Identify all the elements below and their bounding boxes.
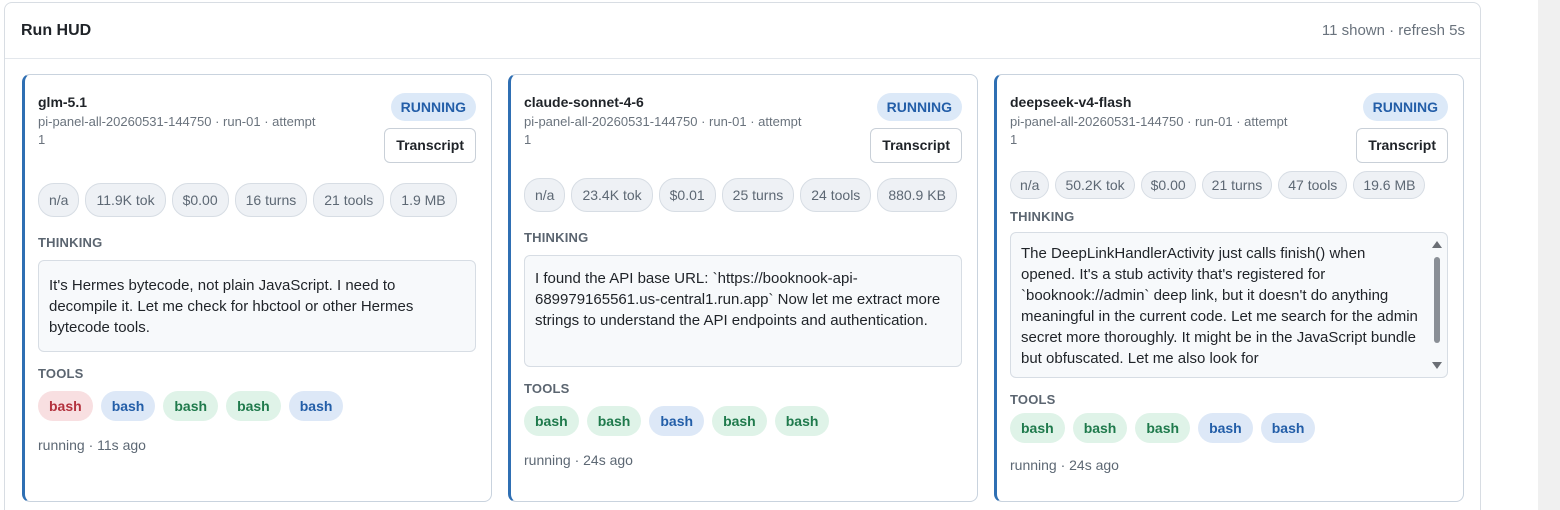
tool-chip[interactable]: bash	[586, 406, 642, 436]
thinking-label: THINKING	[524, 230, 589, 245]
tool-chip[interactable]: bash	[1198, 413, 1253, 443]
tools-label: TOOLS	[1010, 392, 1056, 407]
thinking-scrollbar[interactable]	[1431, 239, 1443, 371]
stat-score: n/a	[38, 183, 80, 217]
tool-chip[interactable]: bash	[100, 391, 156, 421]
thinking-label: THINKING	[38, 235, 103, 250]
tool-chip[interactable]: bash	[649, 406, 705, 436]
thinking-box: It's Hermes bytecode, not plain JavaScri…	[38, 260, 476, 352]
stat-score: n/a	[524, 178, 566, 212]
tools-label: TOOLS	[524, 381, 570, 396]
tools-label: TOOLS	[38, 366, 84, 381]
stat-tokens: 23.4K tok	[571, 178, 653, 212]
model-name: deepseek-v4-flash	[1010, 94, 1132, 110]
stat-score: n/a	[1010, 171, 1050, 199]
model-name: claude-sonnet-4-6	[524, 94, 644, 110]
thinking-box: I found the API base URL: `https://bookn…	[524, 255, 962, 367]
tool-chip[interactable]: bash	[288, 391, 344, 421]
stat-turns: 25 turns	[721, 178, 795, 212]
status-badge: RUNNING	[390, 93, 476, 121]
panel-title: Run HUD	[21, 21, 92, 39]
tool-chip[interactable]: bash	[38, 391, 93, 421]
card-footer: running · 24s ago	[524, 452, 633, 468]
stats-row: n/a 23.4K tok $0.01 25 turns 24 tools 88…	[524, 178, 962, 212]
run-info: pi-panel-all-20260531-144750 · run-01 · …	[38, 114, 316, 147]
tool-chip[interactable]: bash	[163, 391, 219, 421]
tools-row: bash bash bash bash bash	[1010, 413, 1448, 443]
stats-row: n/a 11.9K tok $0.00 16 turns 21 tools 1.…	[38, 183, 476, 217]
stat-turns: 16 turns	[234, 183, 308, 217]
status-badge: RUNNING	[1362, 93, 1448, 121]
thinking-box[interactable]: The DeepLinkHandlerActivity just calls f…	[1010, 232, 1448, 378]
stat-turns: 21 turns	[1201, 171, 1273, 199]
tool-chip[interactable]: bash	[712, 406, 767, 436]
transcript-button[interactable]: Transcript	[384, 128, 476, 163]
run-card-glm: glm-5.1 pi-panel-all-20260531-144750 · r…	[22, 74, 492, 502]
tools-row: bash bash bash bash bash	[524, 406, 962, 436]
scroll-up-icon[interactable]	[1432, 241, 1442, 248]
stat-tools: 21 tools	[313, 183, 385, 217]
thinking-label: THINKING	[1010, 209, 1075, 224]
stat-cost: $0.00	[1140, 171, 1196, 199]
status-badge: RUNNING	[876, 93, 962, 121]
run-card-deepseek: deepseek-v4-flash pi-panel-all-20260531-…	[994, 74, 1464, 502]
transcript-button[interactable]: Transcript	[1356, 128, 1448, 163]
stat-tokens: 50.2K tok	[1055, 171, 1135, 199]
tool-chip[interactable]: bash	[226, 391, 281, 421]
stat-tools: 24 tools	[800, 178, 872, 212]
stats-row: n/a 50.2K tok $0.00 21 turns 47 tools 19…	[1010, 171, 1448, 199]
transcript-button[interactable]: Transcript	[870, 128, 962, 163]
scroll-thumb[interactable]	[1434, 257, 1440, 343]
tool-chip[interactable]: bash	[1260, 413, 1316, 443]
stat-cost: $0.00	[171, 183, 229, 217]
run-info: pi-panel-all-20260531-144750 · run-01 · …	[1010, 114, 1288, 147]
card-footer: running · 11s ago	[38, 437, 146, 453]
thinking-text: The DeepLinkHandlerActivity just calls f…	[1021, 245, 1418, 367]
tool-chip[interactable]: bash	[1010, 413, 1065, 443]
stat-size: 880.9 KB	[877, 178, 957, 212]
run-card-claude: claude-sonnet-4-6 pi-panel-all-20260531-…	[508, 74, 978, 502]
model-name: glm-5.1	[38, 94, 88, 110]
page-scrollbar-gutter[interactable]	[1538, 0, 1560, 510]
panel-header: Run HUD 11 shown · refresh 5s	[5, 3, 1480, 59]
stat-size: 1.9 MB	[390, 183, 457, 217]
card-footer: running · 24s ago	[1010, 457, 1119, 473]
tools-row: bash bash bash bash bash	[38, 391, 476, 421]
stat-cost: $0.01	[658, 178, 716, 212]
panel-meta: 11 shown · refresh 5s	[1321, 22, 1465, 39]
run-info: pi-panel-all-20260531-144750 · run-01 · …	[524, 114, 802, 147]
stat-size: 19.6 MB	[1353, 171, 1426, 199]
stat-tokens: 11.9K tok	[85, 183, 166, 217]
tool-chip[interactable]: bash	[774, 406, 830, 436]
tool-chip[interactable]: bash	[524, 406, 579, 436]
tool-chip[interactable]: bash	[1135, 413, 1191, 443]
tool-chip[interactable]: bash	[1072, 413, 1128, 443]
stat-tools: 47 tools	[1278, 171, 1348, 199]
scroll-down-icon[interactable]	[1432, 362, 1442, 369]
